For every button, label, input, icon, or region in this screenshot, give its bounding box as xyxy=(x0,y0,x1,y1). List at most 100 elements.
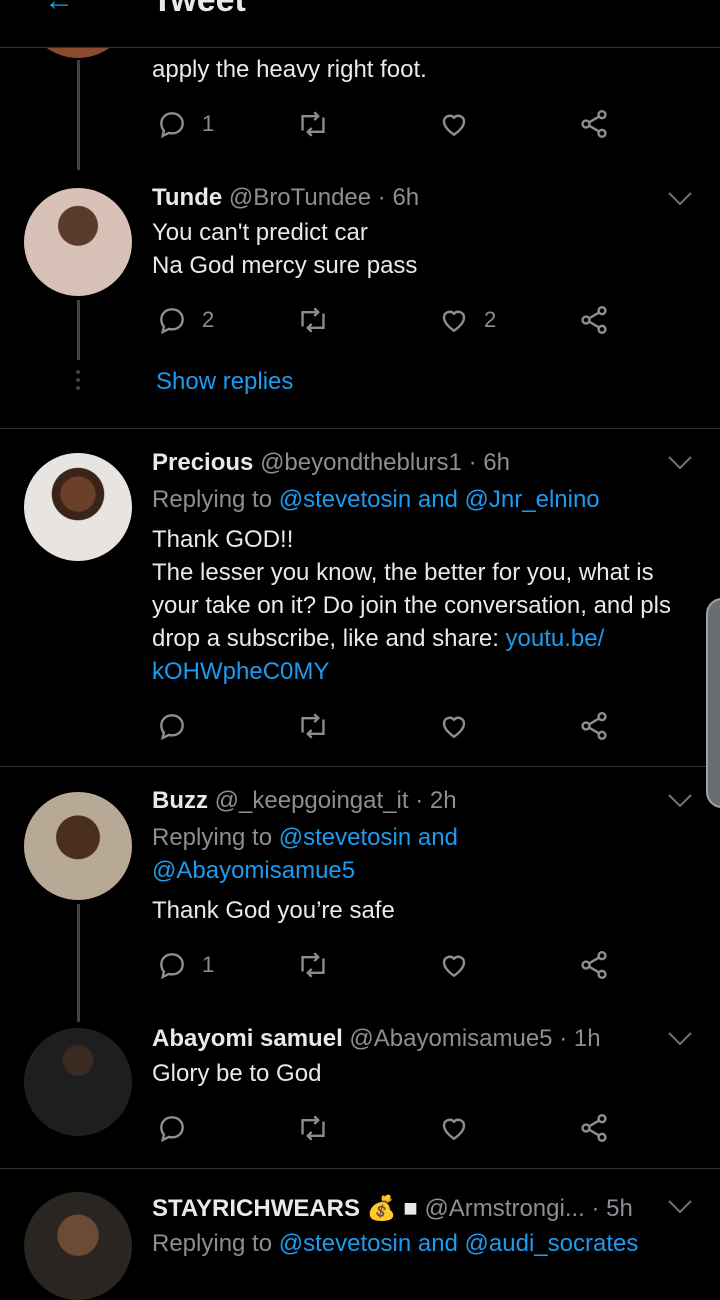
share-icon xyxy=(581,110,607,138)
chevron-down-icon[interactable] xyxy=(666,188,694,210)
like-button[interactable] xyxy=(438,706,470,746)
divider xyxy=(0,428,720,429)
retweet-icon xyxy=(301,111,325,137)
avatar[interactable] xyxy=(24,188,132,296)
retweet-button[interactable] xyxy=(296,300,330,340)
retweet-button[interactable] xyxy=(296,945,330,985)
share-button[interactable] xyxy=(578,300,610,340)
avatar[interactable] xyxy=(24,792,132,900)
fast-scroll-handle[interactable] xyxy=(706,598,720,808)
show-replies-link[interactable]: Show replies xyxy=(156,368,293,396)
display-name[interactable]: Abayomi samuel xyxy=(152,1025,343,1052)
tweet-text: apply the heavy right foot. xyxy=(152,56,427,83)
handle[interactable]: @Abayomisamue5 xyxy=(349,1025,552,1052)
like-button[interactable] xyxy=(438,104,470,144)
tweet-line: Na God mercy sure pass xyxy=(152,252,418,279)
square-symbol: ■ xyxy=(403,1195,418,1222)
heart-icon xyxy=(442,716,466,739)
avatar[interactable] xyxy=(24,453,132,561)
timestamp[interactable]: · 2h xyxy=(415,787,456,814)
thread-line xyxy=(77,300,80,360)
share-button[interactable] xyxy=(578,945,610,985)
display-name[interactable]: Buzz xyxy=(152,787,208,814)
timestamp[interactable]: · 1h xyxy=(559,1025,600,1052)
retweet-button[interactable] xyxy=(296,1108,330,1148)
avatar[interactable] xyxy=(24,1192,132,1300)
reply-button[interactable] xyxy=(156,706,188,746)
reply-button[interactable]: 2 xyxy=(156,300,214,340)
mention-link[interactable]: @stevetosin and @audi_socrates xyxy=(279,1230,639,1257)
retweet-icon xyxy=(301,1115,325,1141)
reply-button[interactable] xyxy=(156,1108,188,1148)
tweet-text: Thank God you’re safe xyxy=(152,897,395,924)
back-arrow-icon[interactable]: ← xyxy=(44,0,74,16)
reply-count: 1 xyxy=(202,952,215,977)
handle[interactable]: @BroTundee xyxy=(229,184,371,211)
reply-icon xyxy=(160,308,184,335)
avatar[interactable] xyxy=(24,1028,132,1136)
chevron-down-icon[interactable] xyxy=(666,1196,694,1218)
mention-link[interactable]: @Abayomisamue5 xyxy=(152,854,692,887)
url-link[interactable]: youtu.be/ xyxy=(506,625,605,652)
heart-icon xyxy=(442,955,466,978)
handle[interactable]: @_keepgoingat_it xyxy=(215,787,409,814)
page-title: Tweet xyxy=(152,0,246,19)
retweet-button[interactable] xyxy=(296,706,330,746)
like-button[interactable] xyxy=(438,1108,470,1148)
tweet-line-text: drop a subscribe, like and share: xyxy=(152,625,506,652)
replying-label: Replying to xyxy=(152,1230,273,1257)
tweet-line: drop a subscribe, like and share: youtu.… xyxy=(152,622,692,655)
mention-link[interactable]: @stevetosin and xyxy=(279,824,458,851)
retweet-icon xyxy=(301,713,325,739)
replying-to: Replying to @stevetosin and @audi_socrat… xyxy=(152,1227,692,1260)
retweet-icon xyxy=(301,952,325,978)
reply-button[interactable]: 1 xyxy=(156,945,214,985)
retweet-button[interactable] xyxy=(296,104,330,144)
tweet-actions: 1 xyxy=(152,104,632,144)
tweet-line: your take on it? Do join the conversatio… xyxy=(152,592,671,619)
replying-label: Replying to xyxy=(152,824,273,851)
tweet-line: Thank GOD!! xyxy=(152,526,294,553)
timestamp[interactable]: · 6h xyxy=(378,184,419,211)
share-button[interactable] xyxy=(578,1108,610,1148)
reply-icon xyxy=(160,112,184,139)
share-button[interactable] xyxy=(578,706,610,746)
handle[interactable]: @Armstrongi... xyxy=(424,1195,584,1222)
reply-count: 1 xyxy=(202,111,215,136)
reply-button[interactable]: 1 xyxy=(156,104,214,144)
tweet-text: Thank GOD!! The lesser you know, the bet… xyxy=(152,523,692,688)
tweet-header: STAYRICHWEARS 💰 ■ @Armstrongi... · 5h xyxy=(152,1194,633,1223)
retweet-icon xyxy=(301,307,325,333)
share-button[interactable] xyxy=(578,104,610,144)
tweet-text: You can't predict car Na God mercy sure … xyxy=(152,216,692,282)
display-name[interactable]: STAYRICHWEARS xyxy=(152,1195,360,1222)
tweet-line: You can't predict car xyxy=(152,219,368,246)
url-link[interactable]: kOHWpheC0MY xyxy=(152,655,692,688)
tweet-actions: 2 2 xyxy=(152,300,632,340)
mention-link[interactable]: @stevetosin and @Jnr_elnino xyxy=(279,486,600,513)
tweet-actions: 1 xyxy=(152,945,632,985)
display-name[interactable]: Precious xyxy=(152,449,253,476)
chevron-down-icon[interactable] xyxy=(666,790,694,812)
chevron-down-icon[interactable] xyxy=(666,1028,694,1050)
timestamp[interactable]: · 5h xyxy=(592,1195,633,1222)
share-icon xyxy=(581,712,607,740)
reply-count: 2 xyxy=(202,307,215,332)
heart-icon xyxy=(442,310,466,333)
like-count: 2 xyxy=(484,307,497,332)
tweet-line: The lesser you know, the better for you,… xyxy=(152,559,654,586)
like-button[interactable]: 2 xyxy=(438,300,496,340)
timestamp[interactable]: · 6h xyxy=(469,449,510,476)
share-icon xyxy=(581,951,607,979)
tweet-actions xyxy=(152,706,632,746)
share-icon xyxy=(581,306,607,334)
chevron-down-icon[interactable] xyxy=(666,452,694,474)
thread-line xyxy=(77,60,80,170)
reply-icon xyxy=(160,714,184,741)
like-button[interactable] xyxy=(438,945,470,985)
display-name[interactable]: Tunde xyxy=(152,184,222,211)
handle[interactable]: @beyondtheblurs1 xyxy=(260,449,462,476)
divider xyxy=(0,766,720,767)
thread-line xyxy=(77,904,80,1022)
tweet-header: Buzz @_keepgoingat_it · 2h xyxy=(152,787,457,815)
